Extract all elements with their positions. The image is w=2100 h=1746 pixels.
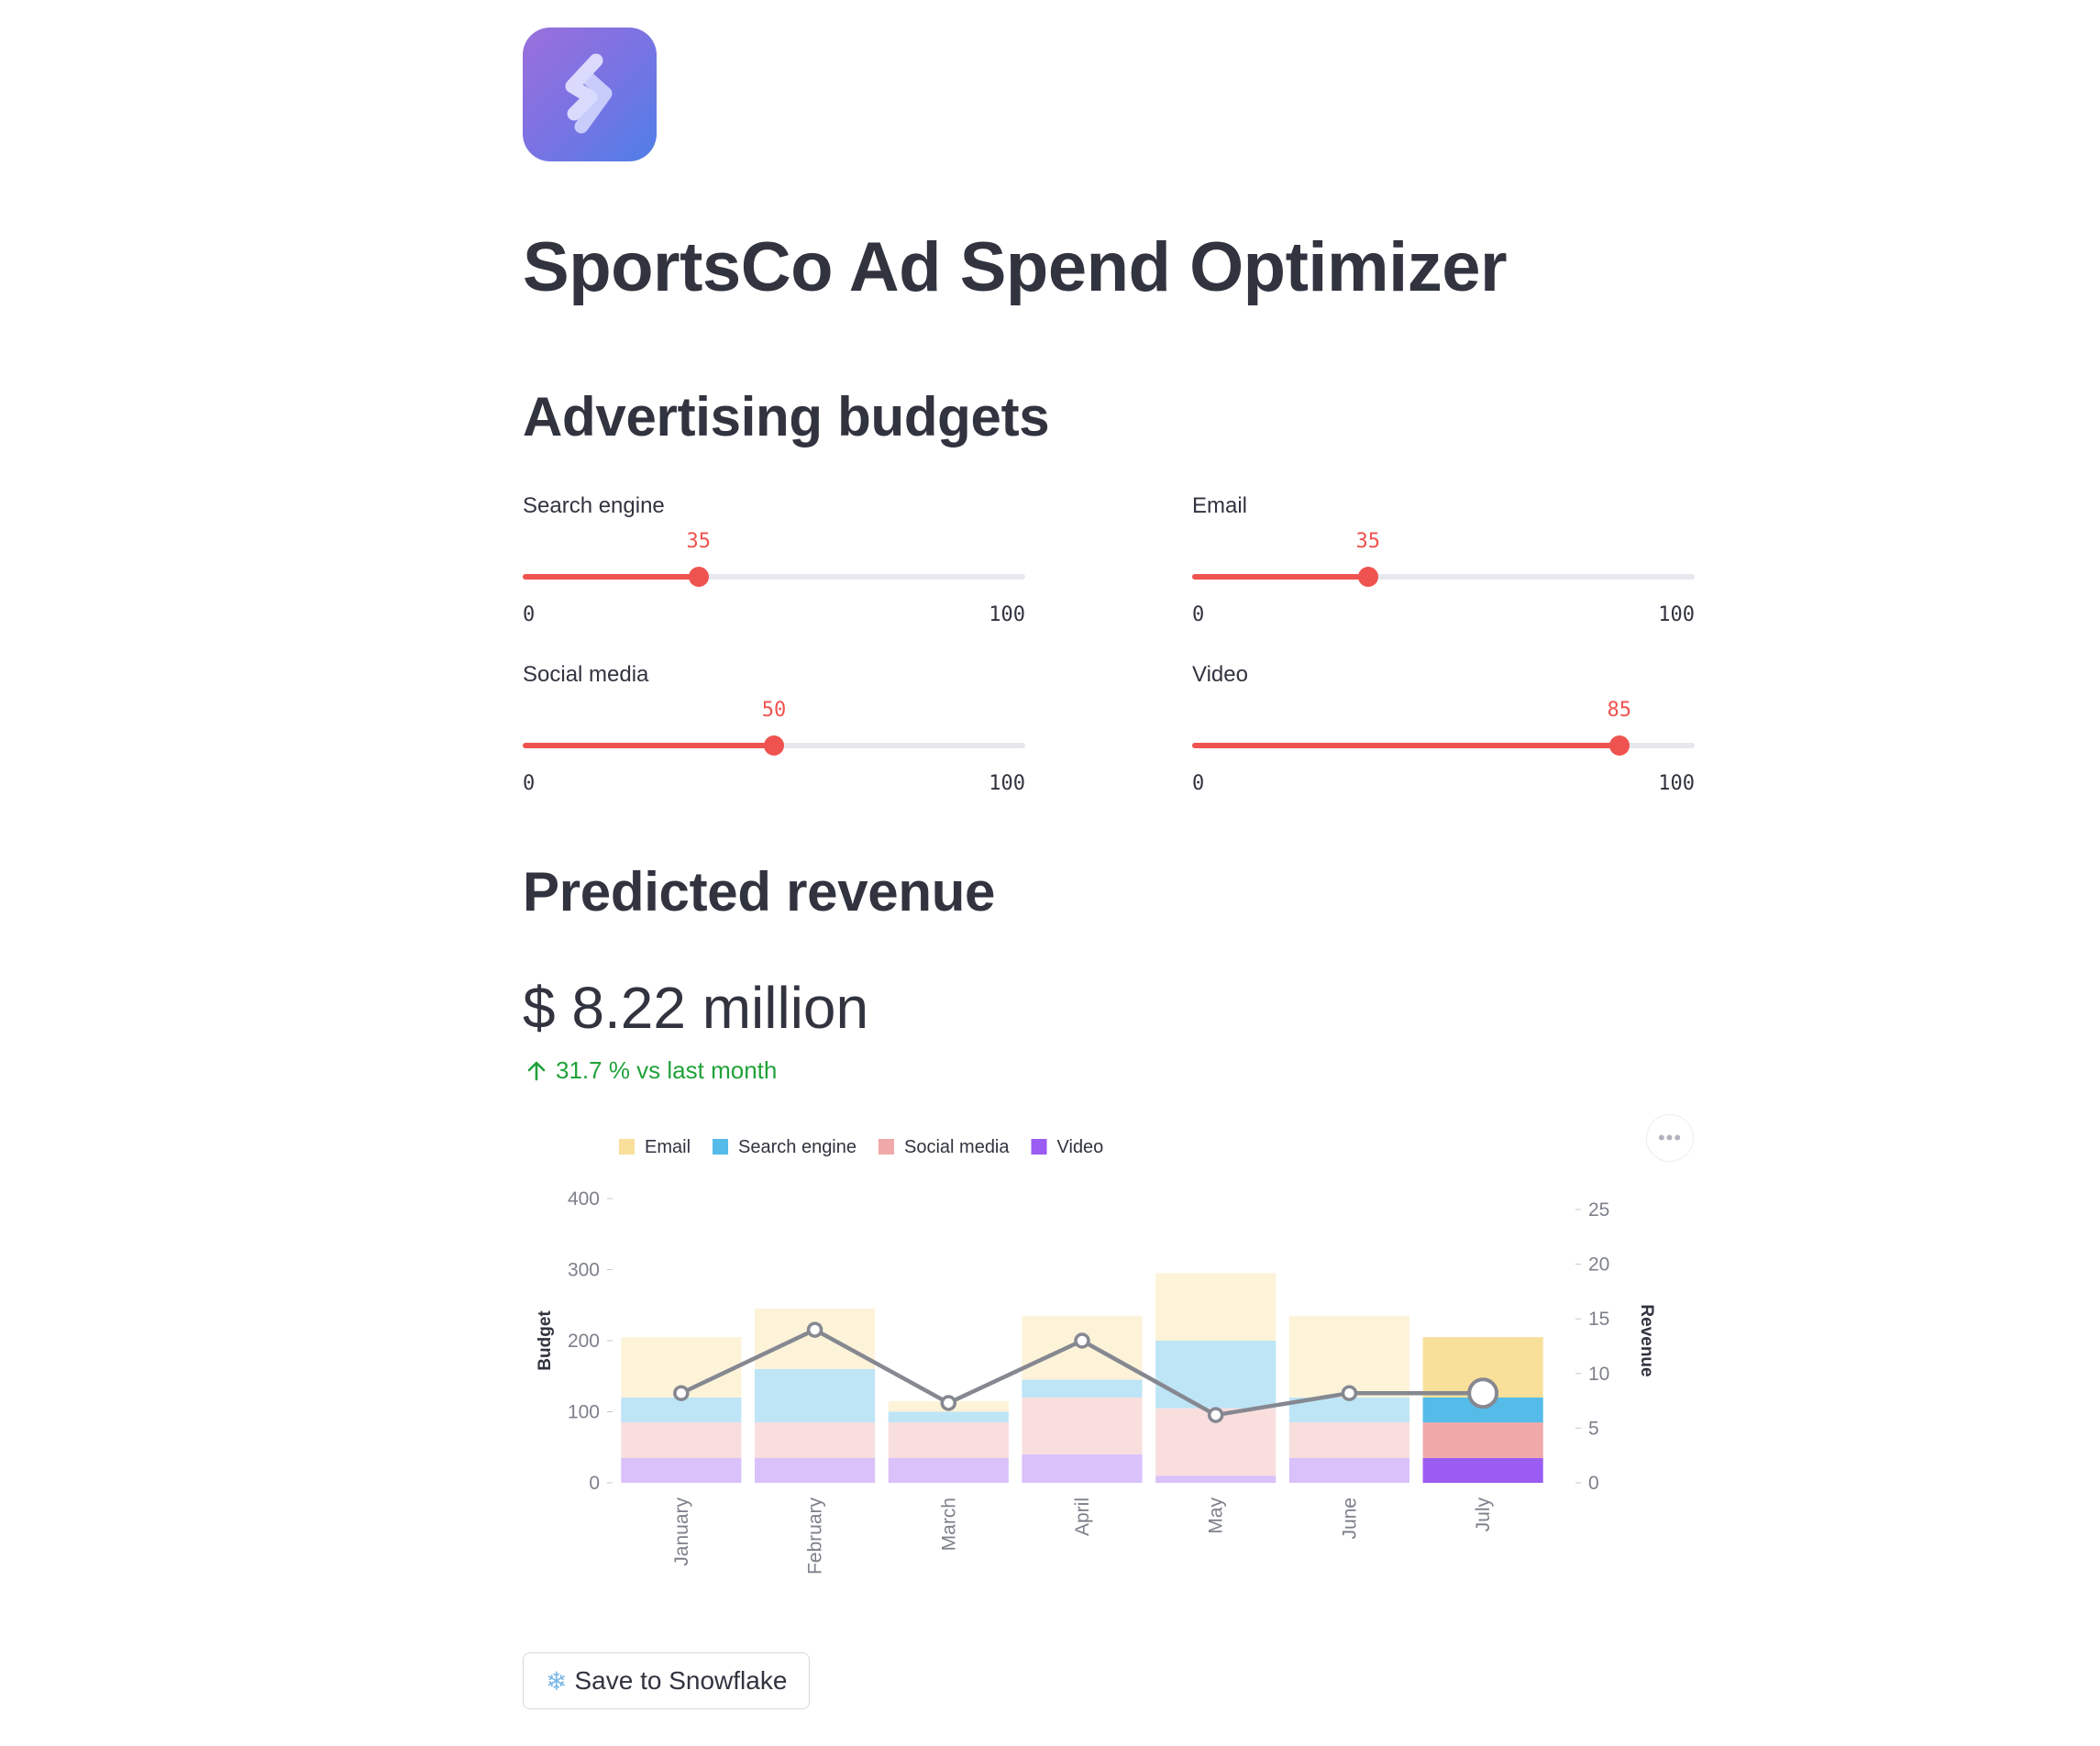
slider-value: 35 [1355, 530, 1381, 553]
delta-text: 31.7 % vs last month [556, 1056, 778, 1084]
revenue-point [673, 1385, 690, 1401]
revenue-point [1341, 1385, 1358, 1401]
y-tick-label: 100 [568, 1402, 600, 1423]
legend-label: Social media [904, 1137, 1010, 1157]
slider-label: Social media [523, 662, 649, 687]
slider-thumb[interactable] [1357, 567, 1378, 587]
legend-swatch [1031, 1139, 1047, 1155]
y2-tick-label: 0 [1588, 1473, 1599, 1494]
slider-max: 100 [1658, 603, 1695, 626]
slider-label: Email [1192, 493, 1248, 518]
bar-video [621, 1457, 742, 1483]
legend-swatch [619, 1139, 635, 1155]
slider-fill [523, 743, 774, 748]
x-tick-label: May [1206, 1497, 1227, 1534]
bar-search-engine [755, 1369, 876, 1423]
legend-swatch [713, 1139, 729, 1155]
bar-video [1288, 1457, 1409, 1483]
y-tick-label: 0 [589, 1473, 600, 1494]
slider-min: 0 [1192, 603, 1205, 626]
save-button-label: Save to Snowflake [574, 1666, 788, 1695]
slider-fill [1192, 574, 1368, 580]
revenue-point [806, 1321, 823, 1338]
page-title: SportsCo Ad Spend Optimizer [523, 228, 1508, 306]
slider-max: 100 [989, 772, 1025, 795]
bar-video [755, 1457, 876, 1483]
y2-axis-title: Revenue [1637, 1304, 1656, 1376]
slider-value: 50 [761, 699, 787, 722]
y-tick-label: 300 [568, 1260, 600, 1281]
snowflake-icon: ❄ [546, 1666, 568, 1696]
slider-value: 35 [686, 530, 712, 553]
revenue-point [1207, 1407, 1224, 1423]
revenue-point-highlight [1467, 1377, 1499, 1409]
slider-email[interactable]: Email 35 0 100 [1192, 493, 1695, 631]
legend-label: Video [1057, 1137, 1104, 1157]
x-tick-label: February [805, 1497, 826, 1575]
save-to-snowflake-button[interactable]: ❄ Save to Snowflake [523, 1652, 811, 1709]
y2-tick-label: 25 [1588, 1199, 1609, 1221]
slider-max: 100 [1658, 772, 1695, 795]
slider-thumb[interactable] [764, 735, 784, 756]
slider-social-media[interactable]: Social media 50 0 100 [523, 662, 1025, 800]
revenue-heading: Predicted revenue [523, 861, 996, 923]
slider-min: 0 [1192, 772, 1205, 795]
slider-search-engine[interactable]: Search engine 35 0 100 [523, 493, 1025, 631]
slider-min: 0 [523, 772, 536, 795]
slider-label: Search engine [523, 493, 665, 518]
bar-video [888, 1457, 1009, 1483]
y2-tick-label: 10 [1588, 1364, 1609, 1385]
app-logo [523, 28, 657, 161]
slider-video[interactable]: Video 85 0 100 [1192, 662, 1695, 800]
revenue-delta: 31.7 % vs last month [525, 1056, 777, 1085]
bar-social-media [1288, 1422, 1409, 1458]
revenue-metric: $ 8.22 million [523, 975, 869, 1041]
bar-email [1155, 1273, 1277, 1341]
legend-label: Email [645, 1137, 691, 1157]
slider-fill [1192, 743, 1619, 748]
y-tick-label: 200 [568, 1331, 600, 1352]
bar-video [1422, 1457, 1543, 1483]
x-tick-label: January [671, 1497, 692, 1566]
x-tick-label: April [1072, 1497, 1093, 1536]
bar-social-media [621, 1422, 742, 1458]
y2-tick-label: 15 [1588, 1309, 1609, 1330]
y-tick-label: 400 [568, 1188, 600, 1210]
y-axis-title: Budget [536, 1310, 555, 1371]
arrow-up-icon [527, 1061, 546, 1080]
bar-social-media [1022, 1398, 1143, 1454]
y2-tick-label: 5 [1588, 1418, 1599, 1439]
slider-fill [523, 574, 699, 580]
bar-email [755, 1309, 876, 1369]
bar-video [1022, 1454, 1143, 1483]
revenue-point [1074, 1332, 1090, 1349]
x-tick-label: March [938, 1497, 959, 1551]
bar-social-media [888, 1422, 1009, 1458]
slider-label: Video [1192, 662, 1248, 687]
slider-min: 0 [523, 603, 536, 626]
bar-social-media [1422, 1422, 1543, 1458]
x-tick-label: June [1339, 1497, 1360, 1540]
snowflake-s-logo-icon [565, 53, 613, 134]
legend-swatch [879, 1139, 894, 1155]
bar-social-media [755, 1422, 876, 1458]
x-tick-label: July [1473, 1497, 1494, 1532]
bar-search-engine [621, 1398, 742, 1423]
bar-video [1155, 1475, 1277, 1483]
slider-value: 85 [1607, 699, 1632, 722]
slider-max: 100 [989, 603, 1025, 626]
slider-thumb[interactable] [688, 567, 709, 587]
slider-thumb[interactable] [1608, 735, 1630, 756]
bar-search-engine [1155, 1341, 1277, 1409]
bar-search-engine [888, 1411, 1009, 1423]
bar-search-engine [1022, 1379, 1143, 1398]
budgets-heading: Advertising budgets [523, 386, 1050, 448]
y2-tick-label: 20 [1588, 1254, 1609, 1276]
revenue-point [940, 1395, 957, 1411]
budget-revenue-chart: 0 100 200 300 400 0 5 10 15 20 25 Budget Revenue Janu… [536, 1137, 1656, 1575]
legend-label: Search engine [738, 1137, 857, 1157]
